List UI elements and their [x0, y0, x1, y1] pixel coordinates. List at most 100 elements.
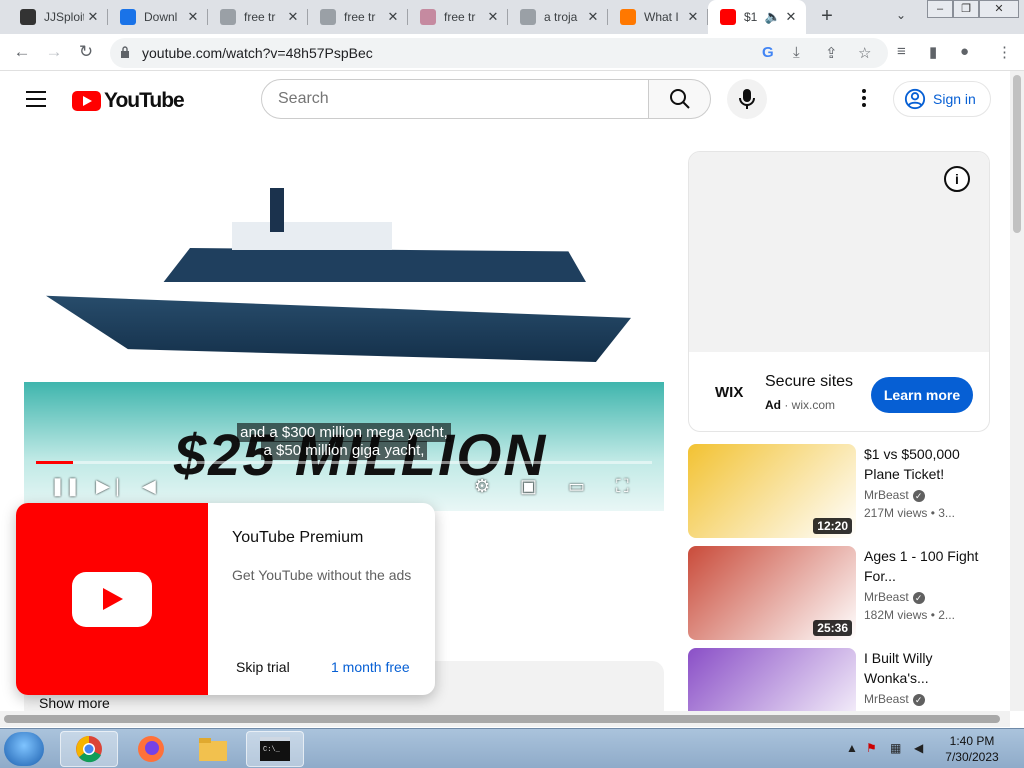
channel-name[interactable]: MrBeast ✓ — [864, 488, 925, 502]
video-title[interactable]: $1 vs $500,000 Plane Ticket! — [864, 444, 984, 484]
tab-close-icon[interactable]: ✕ — [684, 9, 702, 25]
maximize-window-button[interactable]: ❐ — [953, 0, 979, 18]
youtube-icon — [720, 9, 736, 25]
tab-title: free tr — [244, 10, 276, 24]
ad-meta: Ad · wix.com — [765, 398, 836, 412]
channel-name[interactable]: MrBeast ✓ — [864, 590, 925, 604]
folder-icon — [199, 738, 227, 761]
tab-close-icon[interactable]: ✕ — [384, 9, 402, 25]
ad-domain: wix.com — [791, 398, 836, 412]
back-arrow-icon[interactable]: ← — [10, 42, 34, 64]
caption-line-1: and a $300 million mega yacht, — [24, 423, 664, 442]
verified-badge-icon: ✓ — [912, 592, 925, 604]
youtube-play-button-icon — [72, 572, 152, 627]
search-button[interactable] — [648, 79, 711, 119]
site-icon — [220, 9, 236, 25]
horizontal-scroll-thumb[interactable] — [4, 715, 1000, 723]
theater-mode-icon[interactable]: ▭ — [568, 476, 585, 497]
tab-search-chevron-icon[interactable]: ⌄ — [896, 8, 906, 22]
clock-date: 7/30/2023 — [945, 750, 999, 764]
search-icon — [670, 89, 690, 109]
youtube-play-logo-icon — [72, 91, 101, 111]
forward-arrow-icon[interactable]: → — [42, 42, 66, 64]
action-center-flag-icon[interactable]: ⚑ — [866, 741, 877, 755]
miniplayer-icon[interactable]: ▣ — [520, 476, 537, 497]
media-controls-icon[interactable]: ≡ — [897, 43, 906, 60]
video-title[interactable]: I Built Willy Wonka's... — [864, 648, 984, 688]
next-video-icon[interactable]: ▶❘ — [96, 476, 125, 497]
vertical-scroll-thumb[interactable] — [1013, 75, 1021, 233]
channel-name[interactable]: MrBeast ✓ — [864, 692, 925, 706]
url-text: youtube.com/watch?v=48h57PspBec — [142, 45, 373, 61]
tab-close-icon[interactable]: ✕ — [84, 9, 102, 25]
show-more-button[interactable]: Show more — [39, 695, 110, 711]
ad-info-icon[interactable]: i — [944, 166, 970, 192]
youtube-logo-text: YouTube — [104, 89, 185, 112]
taskbar-clock[interactable]: 1:40 PM 7/30/2023 — [936, 733, 1008, 765]
tab-audio-icon[interactable]: 🔈 — [764, 9, 782, 25]
video-progress-bar[interactable] — [36, 461, 652, 464]
taskbar-explorer[interactable] — [184, 731, 242, 767]
new-tab-button[interactable]: + — [815, 5, 839, 28]
guide-menu-icon[interactable] — [26, 91, 46, 112]
network-icon[interactable]: ▦ — [890, 741, 901, 755]
taskbar-firefox[interactable] — [122, 731, 180, 767]
recommended-video[interactable]: 25:36 Ages 1 - 100 Fight For... MrBeast ✓ 18… — [688, 546, 990, 642]
ad-card[interactable]: i WIX Secure sites Ad · wix.com Learn mo… — [688, 151, 990, 432]
horizontal-scrollbar[interactable] — [0, 711, 1010, 727]
windows-taskbar: C:\_ ▲ ⚑ ▦ ◀ 1:40 PM 7/30/2023 — [0, 728, 1024, 768]
learn-more-button[interactable]: Learn more — [871, 377, 973, 413]
close-window-button[interactable]: ✕ — [979, 0, 1019, 18]
sign-in-button[interactable]: Sign in — [893, 81, 991, 117]
address-bar[interactable]: youtube.com/watch?v=48h57PspBec G ⤓ ⇪ ☆ — [110, 38, 888, 68]
browser-tab[interactable]: free tr ✕ — [408, 0, 508, 34]
video-thumbnail[interactable] — [688, 648, 856, 711]
side-panel-icon[interactable]: ▮ — [929, 43, 937, 61]
video-player[interactable]: $25 MILLION and a $300 million mega yach… — [24, 152, 664, 511]
taskbar-chrome[interactable] — [60, 731, 118, 767]
profile-icon[interactable]: ● — [960, 43, 969, 60]
video-title[interactable]: Ages 1 - 100 Fight For... — [864, 546, 984, 586]
recommended-video[interactable]: 12:20 $1 vs $500,000 Plane Ticket! MrBeast… — [688, 444, 990, 540]
skip-trial-button[interactable]: Skip trial — [228, 653, 298, 681]
premium-title: YouTube Premium — [232, 529, 364, 546]
volume-icon[interactable]: ◀ — [142, 476, 156, 497]
browser-tab[interactable]: JJSploit ✕ — [8, 0, 108, 34]
browser-tab[interactable]: free tr ✕ — [308, 0, 408, 34]
fullscreen-icon[interactable]: ⛶ — [616, 476, 629, 497]
free-trial-button[interactable]: 1 month free — [324, 653, 417, 681]
tab-close-icon[interactable]: ✕ — [184, 9, 202, 25]
install-app-icon[interactable]: ⤓ — [793, 44, 800, 61]
bookmark-star-icon[interactable]: ☆ — [858, 44, 871, 62]
settings-kebab-icon[interactable] — [862, 89, 866, 110]
tab-close-icon[interactable]: ✕ — [782, 9, 800, 25]
browser-tab[interactable]: free tr ✕ — [208, 0, 308, 34]
browser-tab[interactable]: $1 🔈 ✕ — [708, 0, 806, 34]
chrome-menu-icon[interactable]: ⋮ — [997, 43, 1012, 61]
reload-icon[interactable]: ↻ — [74, 42, 98, 64]
browser-tab[interactable]: Downl ✕ — [108, 0, 208, 34]
settings-gear-icon[interactable]: ⚙ — [474, 476, 490, 497]
pause-icon[interactable]: ❚❚ — [50, 476, 80, 497]
browser-tab[interactable]: a troja ✕ — [508, 0, 608, 34]
search-input[interactable] — [278, 90, 618, 108]
recommended-video[interactable]: I Built Willy Wonka's... MrBeast ✓ — [688, 648, 990, 711]
tab-close-icon[interactable]: ✕ — [284, 9, 302, 25]
tab-title: JJSploit — [44, 10, 84, 24]
video-duration: 12:20 — [813, 518, 852, 534]
volume-muted-icon[interactable]: ◀ — [914, 741, 923, 755]
tab-close-icon[interactable]: ✕ — [584, 9, 602, 25]
video-thumbnail[interactable]: 25:36 — [688, 546, 856, 640]
browser-tab[interactable]: What I ✕ — [608, 0, 708, 34]
tab-close-icon[interactable]: ✕ — [484, 9, 502, 25]
taskbar-cmd[interactable]: C:\_ — [246, 731, 304, 767]
minimize-window-button[interactable]: – — [927, 0, 953, 18]
vertical-scrollbar[interactable] — [1010, 71, 1024, 711]
voice-search-button[interactable] — [727, 79, 767, 119]
share-icon[interactable]: ⇪ — [825, 44, 838, 62]
show-hidden-icons-icon[interactable]: ▲ — [846, 741, 858, 755]
google-lens-icon[interactable]: G — [762, 44, 774, 61]
video-thumbnail[interactable]: 12:20 — [688, 444, 856, 538]
youtube-logo[interactable]: YouTube — [72, 89, 185, 113]
start-button[interactable] — [4, 732, 44, 766]
